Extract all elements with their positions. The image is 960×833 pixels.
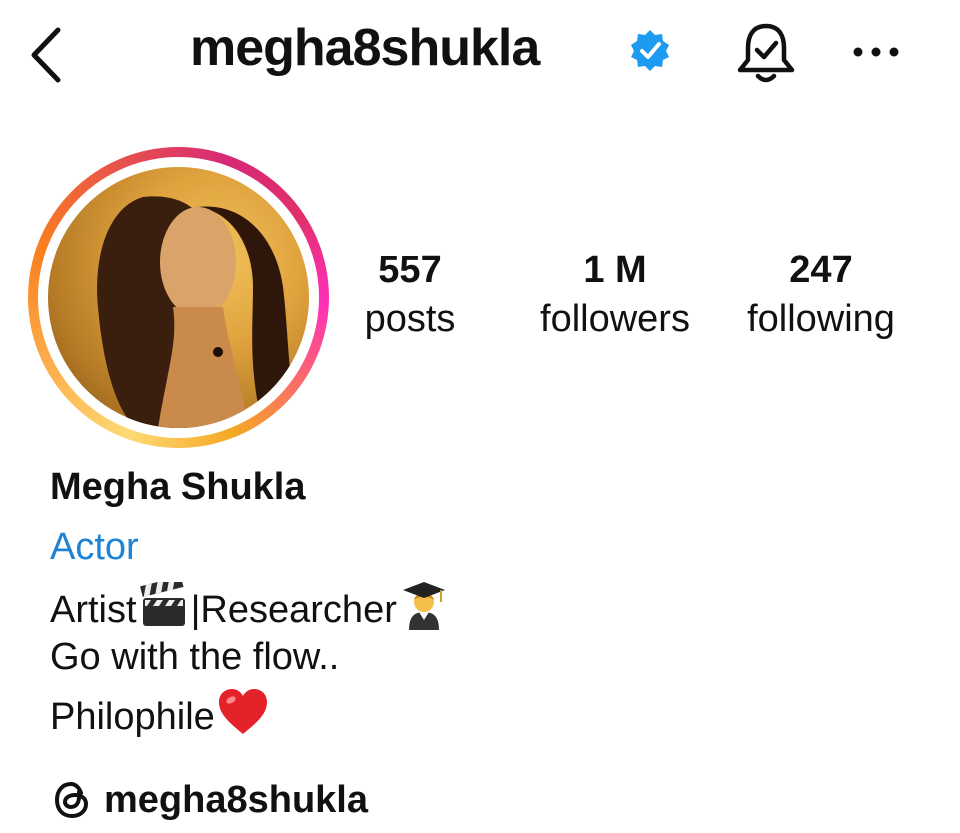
chevron-left-icon [31, 27, 61, 83]
bio-line-1-part-a: Artist [50, 589, 137, 631]
bell-check-icon [737, 23, 795, 83]
threads-link[interactable]: megha8shukla [50, 778, 368, 822]
posts-label: posts [364, 298, 456, 340]
following-label: following [747, 298, 895, 340]
more-options-button[interactable] [848, 30, 904, 74]
back-button[interactable] [22, 20, 72, 90]
stat-followers[interactable]: 1 M followers [525, 248, 705, 346]
profile-name: Megha Shukla [50, 466, 306, 508]
header-username: megha8shukla [190, 19, 540, 77]
avatar-photo [97, 196, 298, 428]
profile-category: Actor [50, 526, 139, 568]
stat-posts[interactable]: 557 posts [345, 248, 475, 346]
bio-line-3-text: Philophile [50, 696, 215, 738]
followers-count: 1 M [583, 249, 647, 291]
more-horizontal-icon [853, 47, 899, 57]
followers-label: followers [540, 298, 690, 340]
avatar [48, 167, 309, 428]
threads-handle: megha8shukla [104, 778, 368, 821]
bio-line-3: Philophile [50, 688, 271, 746]
threads-icon [54, 781, 89, 819]
bio-line-1: Artist |Researcher [50, 576, 451, 640]
clapperboard-icon [139, 576, 189, 638]
bio-line-2: Go with the flow.. [50, 636, 340, 678]
notifications-button[interactable] [732, 18, 800, 86]
following-count: 247 [789, 249, 853, 291]
red-heart-icon [217, 688, 269, 746]
posts-count: 557 [378, 249, 442, 291]
student-emoji-icon [399, 580, 449, 640]
verified-badge-icon [628, 28, 672, 72]
stat-following[interactable]: 247 following [730, 248, 912, 346]
bio-line-1-part-b: |Researcher [190, 589, 397, 631]
